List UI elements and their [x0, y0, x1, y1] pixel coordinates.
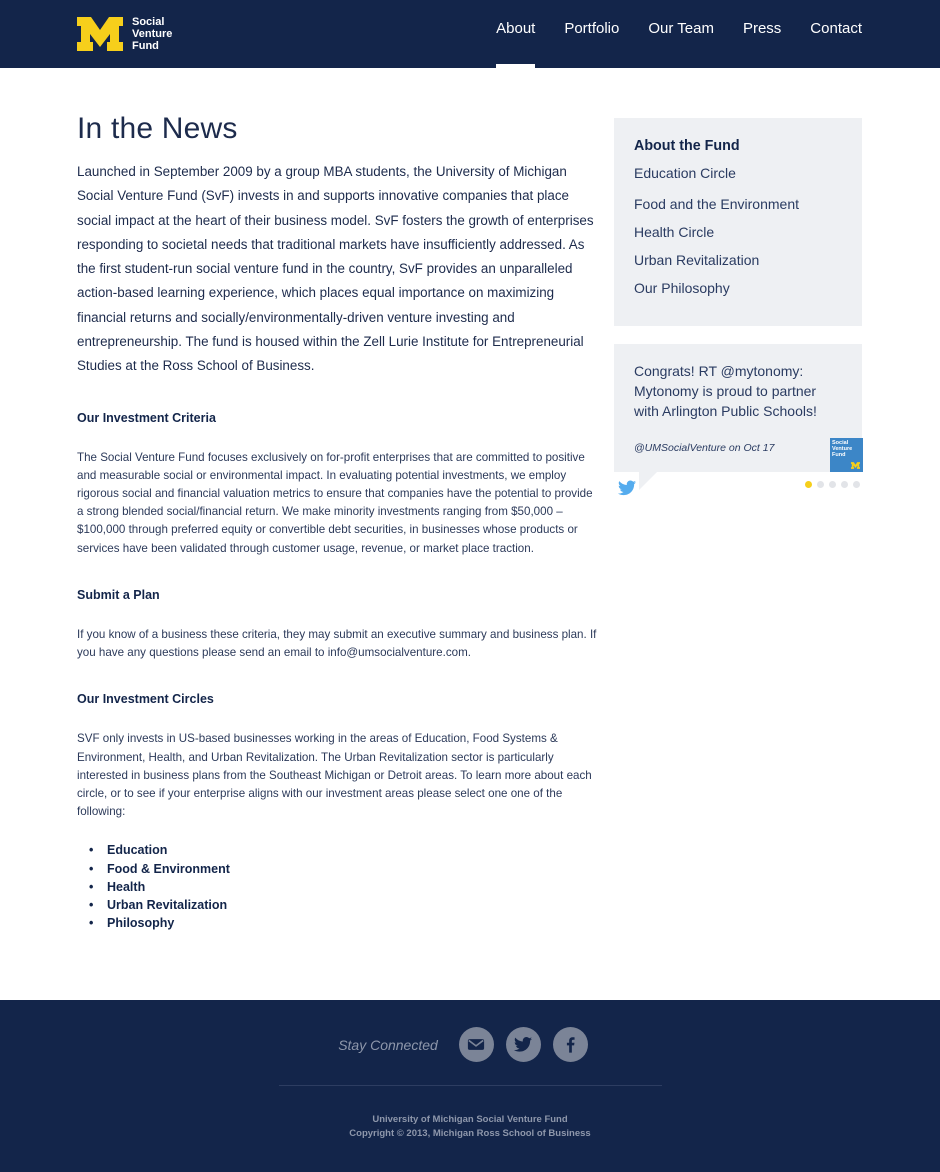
site-logo[interactable]: Social Venture Fund	[77, 16, 172, 52]
tweet-meta[interactable]: @UMSocialVenture on Oct 17	[634, 442, 774, 454]
stay-connected-label: Stay Connected	[338, 1036, 438, 1053]
carousel-dot-1[interactable]	[805, 481, 812, 488]
tweet-card-pointer	[639, 472, 657, 490]
tweet-carousel-dots	[805, 481, 865, 488]
carousel-dot-3[interactable]	[829, 481, 836, 488]
nav-item-contact[interactable]: Contact	[810, 0, 862, 68]
block-m-logo-icon	[77, 17, 123, 51]
nav-item-press[interactable]: Press	[743, 0, 781, 68]
nav-item-our-team[interactable]: Our Team	[648, 0, 714, 68]
site-footer: Stay Connected University of Michigan So…	[0, 1000, 940, 1172]
circle-link-health[interactable]: Health	[77, 878, 597, 896]
circle-link-education[interactable]: Education	[77, 841, 597, 859]
facebook-glyph	[566, 1037, 575, 1053]
footer-org-name: University of Michigan Social Venture Fu…	[372, 1114, 568, 1125]
section-title-investment-circles: Our Investment Circles	[77, 692, 214, 707]
section-body-investment-criteria: The Social Venture Fund focuses exclusiv…	[77, 450, 593, 555]
sidebar-link-our-philosophy[interactable]: Our Philosophy	[634, 280, 842, 296]
logo-line-3: Fund	[132, 40, 159, 52]
site-header: Social Venture Fund About Portfolio Our …	[0, 0, 940, 68]
main-nav: About Portfolio Our Team Press Contact	[467, 0, 862, 68]
carousel-dot-5[interactable]	[853, 481, 860, 488]
logo-line-2: Venture	[132, 28, 173, 40]
circle-link-urban-revitalization[interactable]: Urban Revitalization	[77, 896, 597, 914]
section-body-investment-circles: SVF only invests in US-based businesses …	[77, 732, 592, 819]
twitter-glyph	[514, 1037, 533, 1052]
intro-paragraph: Launched in September 2009 by a group MB…	[77, 164, 594, 374]
stay-connected-row: Stay Connected	[0, 1027, 940, 1062]
avatar-line-3: Fund	[832, 452, 846, 458]
circle-link-food-environment[interactable]: Food & Environment	[77, 860, 597, 878]
footer-copyright: Copyright © 2013, Michigan Ross School o…	[349, 1128, 591, 1139]
main-content: In the News Launched in September 2009 b…	[77, 112, 597, 933]
tweet-text[interactable]: Congrats! RT @mytonomy: Mytonomy is prou…	[634, 361, 844, 421]
section-title-submit-plan: Submit a Plan	[77, 587, 160, 602]
about-fund-sidebar: About the Fund Education Circle Food and…	[614, 118, 862, 326]
sidebar-heading[interactable]: About the Fund	[634, 138, 842, 154]
nav-item-portfolio[interactable]: Portfolio	[564, 0, 619, 68]
footer-divider	[279, 1085, 662, 1086]
tweet-card: Congrats! RT @mytonomy: Mytonomy is prou…	[614, 344, 863, 472]
sidebar-link-food-environment[interactable]: Food and the Environment	[634, 196, 842, 212]
email-icon[interactable]	[458, 1027, 494, 1062]
logo-wordmark: Social Venture Fund	[132, 16, 172, 52]
page-title: In the News	[77, 112, 238, 145]
sidebar-link-urban-revitalization[interactable]: Urban Revitalization	[634, 252, 842, 268]
facebook-icon[interactable]	[552, 1027, 588, 1062]
circle-link-philosophy[interactable]: Philosophy	[77, 914, 597, 932]
section-body-submit-plan: If you know of a business these criteria…	[77, 627, 597, 660]
logo-line-1: Social	[132, 16, 165, 28]
carousel-dot-4[interactable]	[841, 481, 848, 488]
nav-item-about[interactable]: About	[496, 0, 536, 68]
avatar-m-icon	[851, 462, 860, 469]
section-title-investment-criteria: Our Investment Criteria	[77, 410, 216, 425]
twitter-bird-icon	[618, 480, 636, 496]
carousel-dot-2[interactable]	[817, 481, 824, 488]
sidebar-link-education-circle[interactable]: Education Circle	[634, 165, 842, 181]
envelope-glyph	[468, 1039, 485, 1050]
sidebar-link-health-circle[interactable]: Health Circle	[634, 224, 842, 240]
tweet-avatar[interactable]: Social Venture Fund	[830, 438, 863, 472]
twitter-icon[interactable]	[505, 1027, 541, 1062]
investment-circles-list: Education Food & Environment Health Urba…	[77, 841, 597, 932]
